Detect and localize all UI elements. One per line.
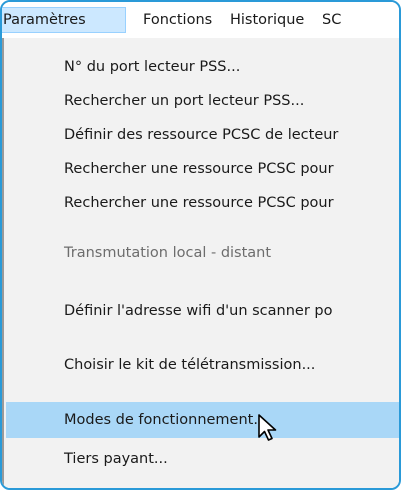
parametres-dropdown-menu: N° du port lecteur PSS... Rechercher un … [2,38,399,488]
menu-item-label: Définir l'adresse wifi d'un scanner po [64,303,333,319]
menu-item-label: Tiers payant... [64,451,168,467]
menu-item-label: Rechercher une ressource PCSC pour [64,195,334,211]
menu-item-label: Rechercher un port lecteur PSS... [64,93,305,109]
menubar-item-parametres[interactable]: Paramètres [2,7,126,33]
menu-item-label: Choisir le kit de télétransmission... [64,357,316,373]
menu-item-tiers-payant[interactable]: Tiers payant... [6,442,399,476]
menu-item-label: N° du port lecteur PSS... [64,59,241,75]
menu-item-port-lecteur-pss[interactable]: N° du port lecteur PSS... [6,50,399,84]
menu-item-adresse-wifi-scanner[interactable]: Définir l'adresse wifi d'un scanner po [6,294,399,328]
menu-bar: Paramètres Fonctions Historique SC [2,2,399,36]
menu-item-transmutation: Transmutation local - distant [6,236,399,270]
menu-item-modes-fonctionnement[interactable]: Modes de fonctionnement... [6,402,399,438]
menu-item-label: Définir des ressource PCSC de lecteur [64,127,339,143]
menu-item-rechercher-port-pss[interactable]: Rechercher un port lecteur PSS... [6,84,399,118]
menu-item-kit-teletransmission[interactable]: Choisir le kit de télétransmission... [6,348,399,382]
menubar-item-fonctions[interactable]: Fonctions [143,8,212,32]
window-frame: Paramètres Fonctions Historique SC N° du… [0,0,401,490]
menu-item-label: Transmutation local - distant [64,245,272,261]
menubar-item-historique[interactable]: Historique [230,8,304,32]
menu-item-label: Rechercher une ressource PCSC pour [64,161,334,177]
menu-item-rechercher-ressource-pcsc-1[interactable]: Rechercher une ressource PCSC pour [6,152,399,186]
mouse-pointer-icon [258,414,277,441]
menubar-item-label: SC [322,12,342,28]
menubar-item-sc[interactable]: SC [322,8,341,32]
menubar-item-label: Historique [230,12,305,28]
menubar-item-label: Fonctions [143,12,213,28]
menubar-item-label: Paramètres [3,12,86,28]
menu-item-definir-ressource-pcsc[interactable]: Définir des ressource PCSC de lecteur [6,118,399,152]
menu-item-rechercher-ressource-pcsc-2[interactable]: Rechercher une ressource PCSC pour [6,186,399,220]
menu-item-label: Modes de fonctionnement... [64,412,268,428]
